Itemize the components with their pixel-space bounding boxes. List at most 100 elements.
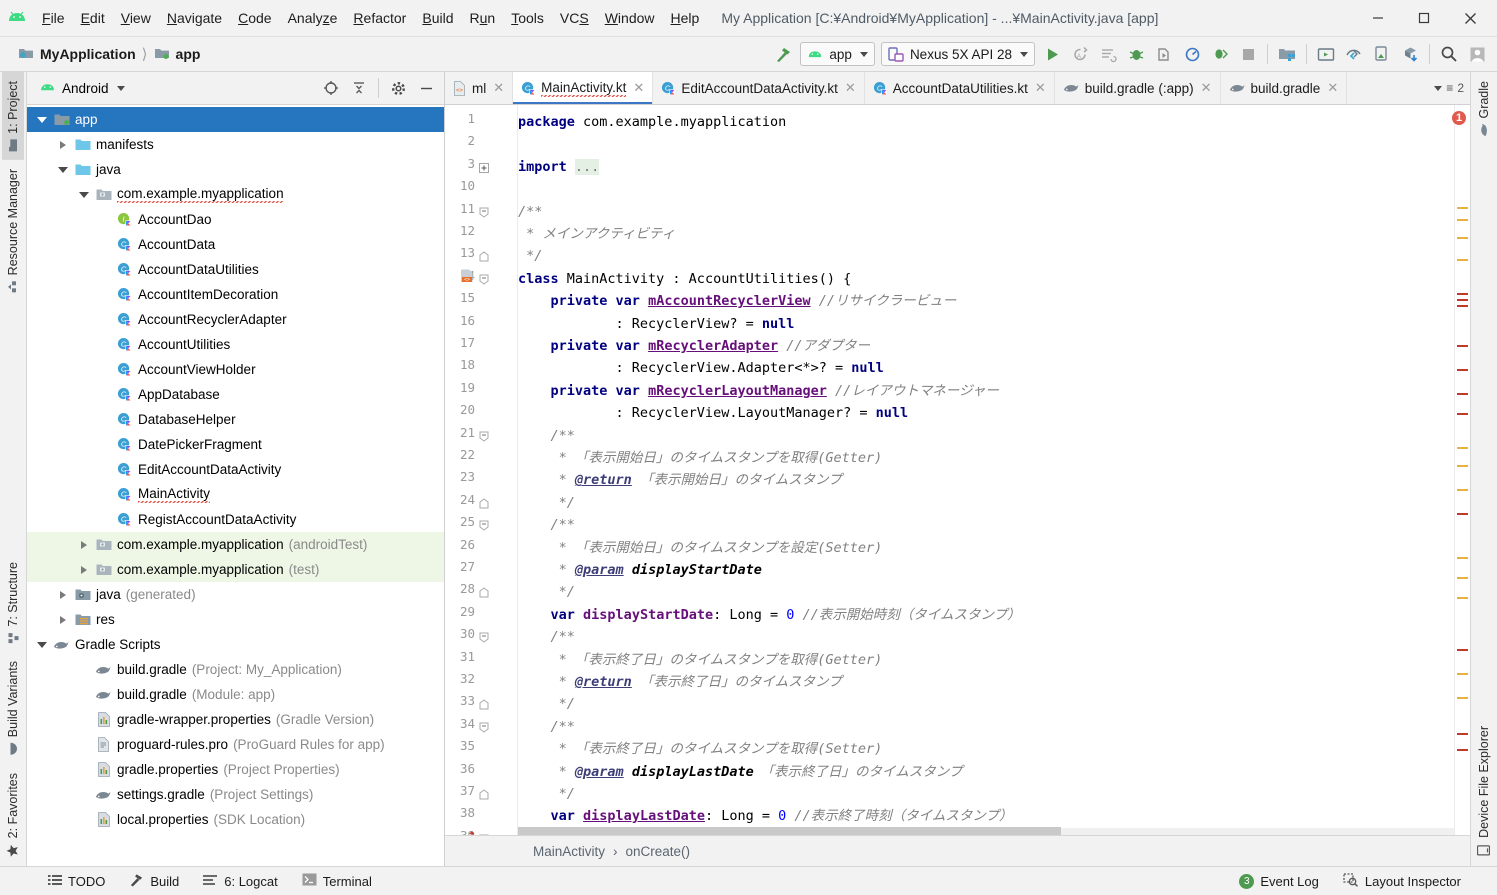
code-line[interactable]: /** bbox=[518, 514, 575, 536]
close-icon[interactable]: ✕ bbox=[1035, 80, 1046, 96]
close-icon[interactable]: ✕ bbox=[1201, 80, 1212, 96]
code-line[interactable]: : RecyclerView.LayoutManager? = null bbox=[518, 402, 909, 424]
editor-tab[interactable]: C AccountDataUtilities.kt ✕ bbox=[865, 72, 1055, 104]
code-fold-handle[interactable] bbox=[479, 721, 489, 736]
menu-item-navigate[interactable]: Navigate bbox=[159, 7, 230, 29]
code-fold-handle[interactable] bbox=[479, 250, 489, 265]
error-marker[interactable] bbox=[1457, 749, 1468, 751]
menu-item-file[interactable]: File bbox=[34, 7, 73, 29]
editor-tab[interactable]: C EditAccountDataActivity.kt ✕ bbox=[653, 72, 865, 104]
error-marker[interactable] bbox=[1457, 237, 1468, 239]
code-line[interactable]: private var mRecyclerAdapter //アダプター bbox=[518, 335, 871, 357]
tree-row[interactable]: res bbox=[27, 607, 444, 632]
code-line[interactable] bbox=[518, 133, 526, 155]
run-instant-icon[interactable] bbox=[1206, 41, 1234, 67]
error-marker[interactable] bbox=[1457, 447, 1468, 449]
code-line[interactable]: : RecyclerView.Adapter<*>? = null bbox=[518, 357, 884, 379]
tree-row[interactable]: C AccountDataUtilities bbox=[27, 257, 444, 282]
error-marker[interactable] bbox=[1457, 299, 1468, 301]
breadcrumb-item-module[interactable]: app bbox=[154, 46, 200, 63]
code-line[interactable]: * @param displayLastDate 「表示終了日」のタイムスタンプ bbox=[518, 761, 963, 783]
collapse-all-icon[interactable] bbox=[345, 75, 373, 101]
error-marker[interactable] bbox=[1457, 207, 1468, 209]
error-marker-strip[interactable]: 1 bbox=[1452, 105, 1470, 835]
menu-item-vcs[interactable]: VCS bbox=[552, 7, 597, 29]
tree-row[interactable]: C AccountRecyclerAdapter bbox=[27, 307, 444, 332]
error-marker[interactable] bbox=[1457, 293, 1468, 295]
error-marker[interactable] bbox=[1457, 369, 1468, 371]
code-fold-handle[interactable] bbox=[479, 586, 489, 601]
tree-row[interactable]: C AccountData bbox=[27, 232, 444, 257]
code-line[interactable]: var displayStartDate: Long = 0 //表示開始時刻（… bbox=[518, 604, 1021, 626]
minimize-button[interactable] bbox=[1355, 1, 1401, 35]
tree-twisty[interactable] bbox=[54, 590, 72, 599]
tree-twisty[interactable] bbox=[33, 641, 51, 648]
code-line[interactable]: /** bbox=[518, 626, 575, 648]
rail-button-favorites[interactable]: 2: Favorites bbox=[2, 764, 24, 866]
code-line[interactable]: : RecyclerView? = null bbox=[518, 313, 795, 335]
menu-item-view[interactable]: View bbox=[113, 7, 159, 29]
menu-item-code[interactable]: Code bbox=[230, 7, 279, 29]
hide-panel-icon[interactable] bbox=[412, 75, 440, 101]
code-fold-handle[interactable] bbox=[479, 206, 489, 221]
project-tree[interactable]: app manifests java com.example.myapplicatio… bbox=[27, 105, 444, 866]
close-button[interactable] bbox=[1447, 1, 1493, 35]
device-file-explorer-icon[interactable] bbox=[1368, 41, 1396, 67]
code-line[interactable]: * @return 「表示終了日」のタイムスタンプ bbox=[518, 671, 842, 693]
code-line[interactable] bbox=[518, 178, 526, 200]
error-marker[interactable] bbox=[1457, 597, 1468, 599]
tree-twisty[interactable] bbox=[54, 140, 72, 149]
tree-row[interactable]: settings.gradle (Project Settings) bbox=[27, 782, 444, 807]
error-count-badge[interactable]: 1 bbox=[1452, 111, 1466, 125]
module-selector[interactable]: app bbox=[800, 42, 875, 66]
menu-item-build[interactable]: Build bbox=[414, 7, 461, 29]
avatar-icon[interactable] bbox=[1463, 41, 1491, 67]
tree-row[interactable]: com.example.myapplication (androidTest) bbox=[27, 532, 444, 557]
code-line[interactable]: import ... bbox=[518, 156, 600, 178]
sync-gradle-icon[interactable] bbox=[1396, 41, 1424, 67]
code-line[interactable]: * メインアクティビティ bbox=[518, 223, 675, 245]
code-line[interactable]: /** bbox=[518, 716, 575, 738]
editor-tab[interactable]: build.gradle ✕ bbox=[1221, 72, 1348, 104]
code-line[interactable]: private var mRecyclerLayoutManager //レイア… bbox=[518, 380, 999, 402]
error-marker[interactable] bbox=[1457, 733, 1468, 735]
rail-button-project[interactable]: 1: Project bbox=[2, 72, 24, 160]
tree-row[interactable]: com.example.myapplication (test) bbox=[27, 557, 444, 582]
gutter-override-marker-icon[interactable] bbox=[463, 830, 477, 835]
locate-icon[interactable] bbox=[317, 75, 345, 101]
apply-code-changes-icon[interactable] bbox=[1094, 41, 1122, 67]
code-line[interactable]: */ bbox=[518, 783, 575, 805]
error-marker[interactable] bbox=[1457, 259, 1468, 261]
status-breadcrumb-class[interactable]: MainActivity bbox=[533, 844, 605, 859]
error-marker[interactable] bbox=[1457, 513, 1468, 515]
rail-button-device-file-explorer[interactable]: Device File Explorer bbox=[1473, 717, 1495, 866]
error-marker[interactable] bbox=[1457, 673, 1468, 675]
rail-button-gradle[interactable]: Gradle bbox=[1473, 72, 1495, 145]
tree-row[interactable]: C AppDatabase bbox=[27, 382, 444, 407]
menu-item-analyze[interactable]: Analyze bbox=[280, 7, 346, 29]
apply-changes-icon[interactable]: A bbox=[1066, 41, 1094, 67]
code-line[interactable]: var displayLastDate: Long = 0 //表示終了時刻（タ… bbox=[518, 805, 1013, 827]
close-icon[interactable]: ✕ bbox=[493, 80, 504, 96]
bottom-tab-terminal[interactable]: Terminal bbox=[290, 870, 384, 892]
bottom-tab-logcat[interactable]: 6: Logcat bbox=[191, 871, 290, 892]
error-marker[interactable] bbox=[1457, 557, 1468, 559]
code-line[interactable]: private var mAccountRecyclerView //リサイクラ… bbox=[518, 290, 957, 312]
code-fold-handle[interactable] bbox=[479, 833, 489, 835]
bottom-tab-layout-inspector[interactable]: Layout Inspector bbox=[1331, 870, 1473, 893]
error-marker[interactable] bbox=[1457, 345, 1468, 347]
code-fold-handle[interactable] bbox=[479, 698, 489, 713]
code-line[interactable]: * 「表示終了日」のタイムスタンプを取得(Setter) bbox=[518, 738, 883, 760]
tree-row[interactable]: C AccountViewHolder bbox=[27, 357, 444, 382]
tree-row[interactable]: C AccountItemDecoration bbox=[27, 282, 444, 307]
tree-row[interactable]: C MainActivity bbox=[27, 482, 444, 507]
tree-row[interactable]: Gradle Scripts bbox=[27, 632, 444, 657]
error-marker[interactable] bbox=[1457, 489, 1468, 491]
tree-twisty[interactable] bbox=[75, 191, 93, 198]
error-marker[interactable] bbox=[1457, 413, 1468, 415]
bottom-tab-event-log[interactable]: 3 Event Log bbox=[1227, 871, 1331, 892]
error-marker[interactable] bbox=[1457, 649, 1468, 651]
code-line[interactable]: */ bbox=[518, 245, 542, 267]
code-fold-handle[interactable] bbox=[479, 161, 489, 176]
tree-row[interactable]: java (generated) bbox=[27, 582, 444, 607]
